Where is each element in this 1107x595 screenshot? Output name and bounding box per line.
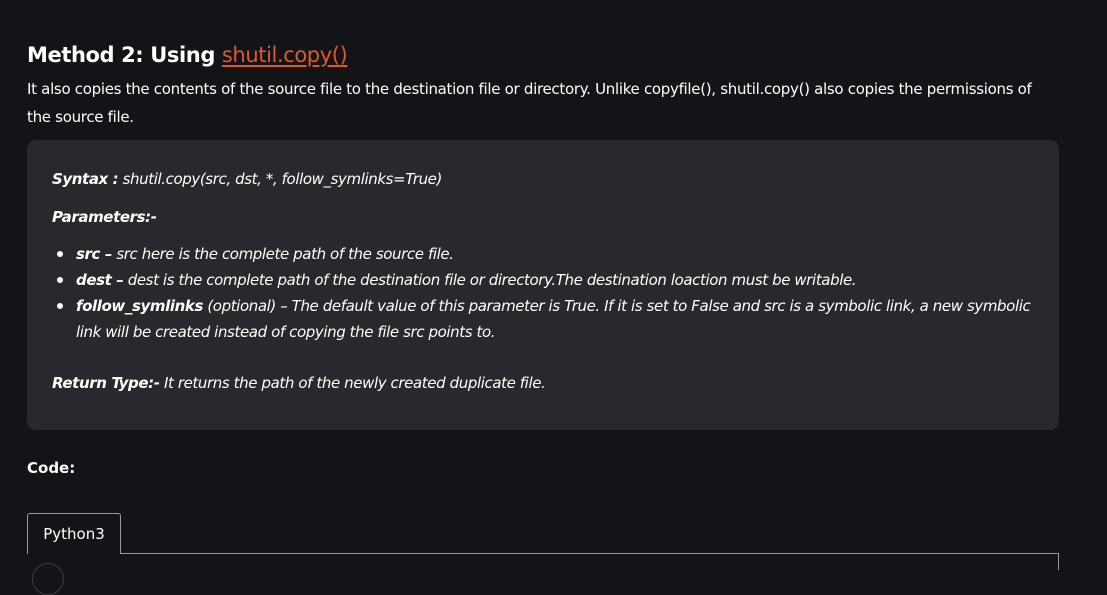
code-panel	[27, 553, 1059, 570]
parameters-label: Parameters:-	[52, 208, 157, 226]
return-type-label: Return Type:-	[52, 374, 160, 392]
parameter-item-follow-symlinks: follow_symlinks (optional) – The default…	[52, 293, 1037, 345]
parameter-description: src here is the complete path of the sou…	[111, 245, 454, 263]
bullet-icon	[57, 303, 63, 309]
bullet-icon	[57, 277, 63, 283]
code-control-icon[interactable]	[32, 563, 64, 595]
return-type-text: It returns the path of the newly created…	[159, 374, 546, 392]
bullet-icon	[57, 251, 63, 257]
parameters-list: src – src here is the complete path of t…	[52, 241, 1037, 345]
parameter-name: src –	[76, 245, 112, 263]
parameter-name: dest –	[76, 271, 124, 289]
code-label: Code:	[27, 459, 76, 477]
heading-prefix: Method 2: Using	[27, 43, 222, 67]
syntax-text: shutil.copy(src, dst, *, follow_symlinks…	[118, 170, 443, 188]
intro-paragraph: It also copies the contents of the sourc…	[27, 80, 1032, 126]
tab-python3[interactable]: Python3	[27, 513, 121, 554]
parameter-item-src: src – src here is the complete path of t…	[52, 241, 1037, 267]
parameter-description: (optional) – The default value of this p…	[76, 297, 1031, 341]
syntax-box: Syntax : shutil.copy(src, dst, *, follow…	[27, 140, 1059, 430]
parameter-description: dest is the complete path of the destina…	[123, 271, 857, 289]
parameter-item-dest: dest – dest is the complete path of the …	[52, 267, 1037, 293]
section-heading: Method 2: Using shutil.copy()	[27, 40, 348, 70]
shutil-copy-link[interactable]: shutil.copy()	[222, 43, 348, 67]
parameter-name: follow_symlinks	[76, 297, 203, 315]
tab-connector	[28, 552, 120, 555]
syntax-label: Syntax :	[52, 170, 119, 188]
parameters-heading: Parameters:-	[52, 204, 157, 230]
syntax-line: Syntax : shutil.copy(src, dst, *, follow…	[52, 166, 442, 192]
return-type-line: Return Type:- It returns the path of the…	[52, 370, 546, 396]
